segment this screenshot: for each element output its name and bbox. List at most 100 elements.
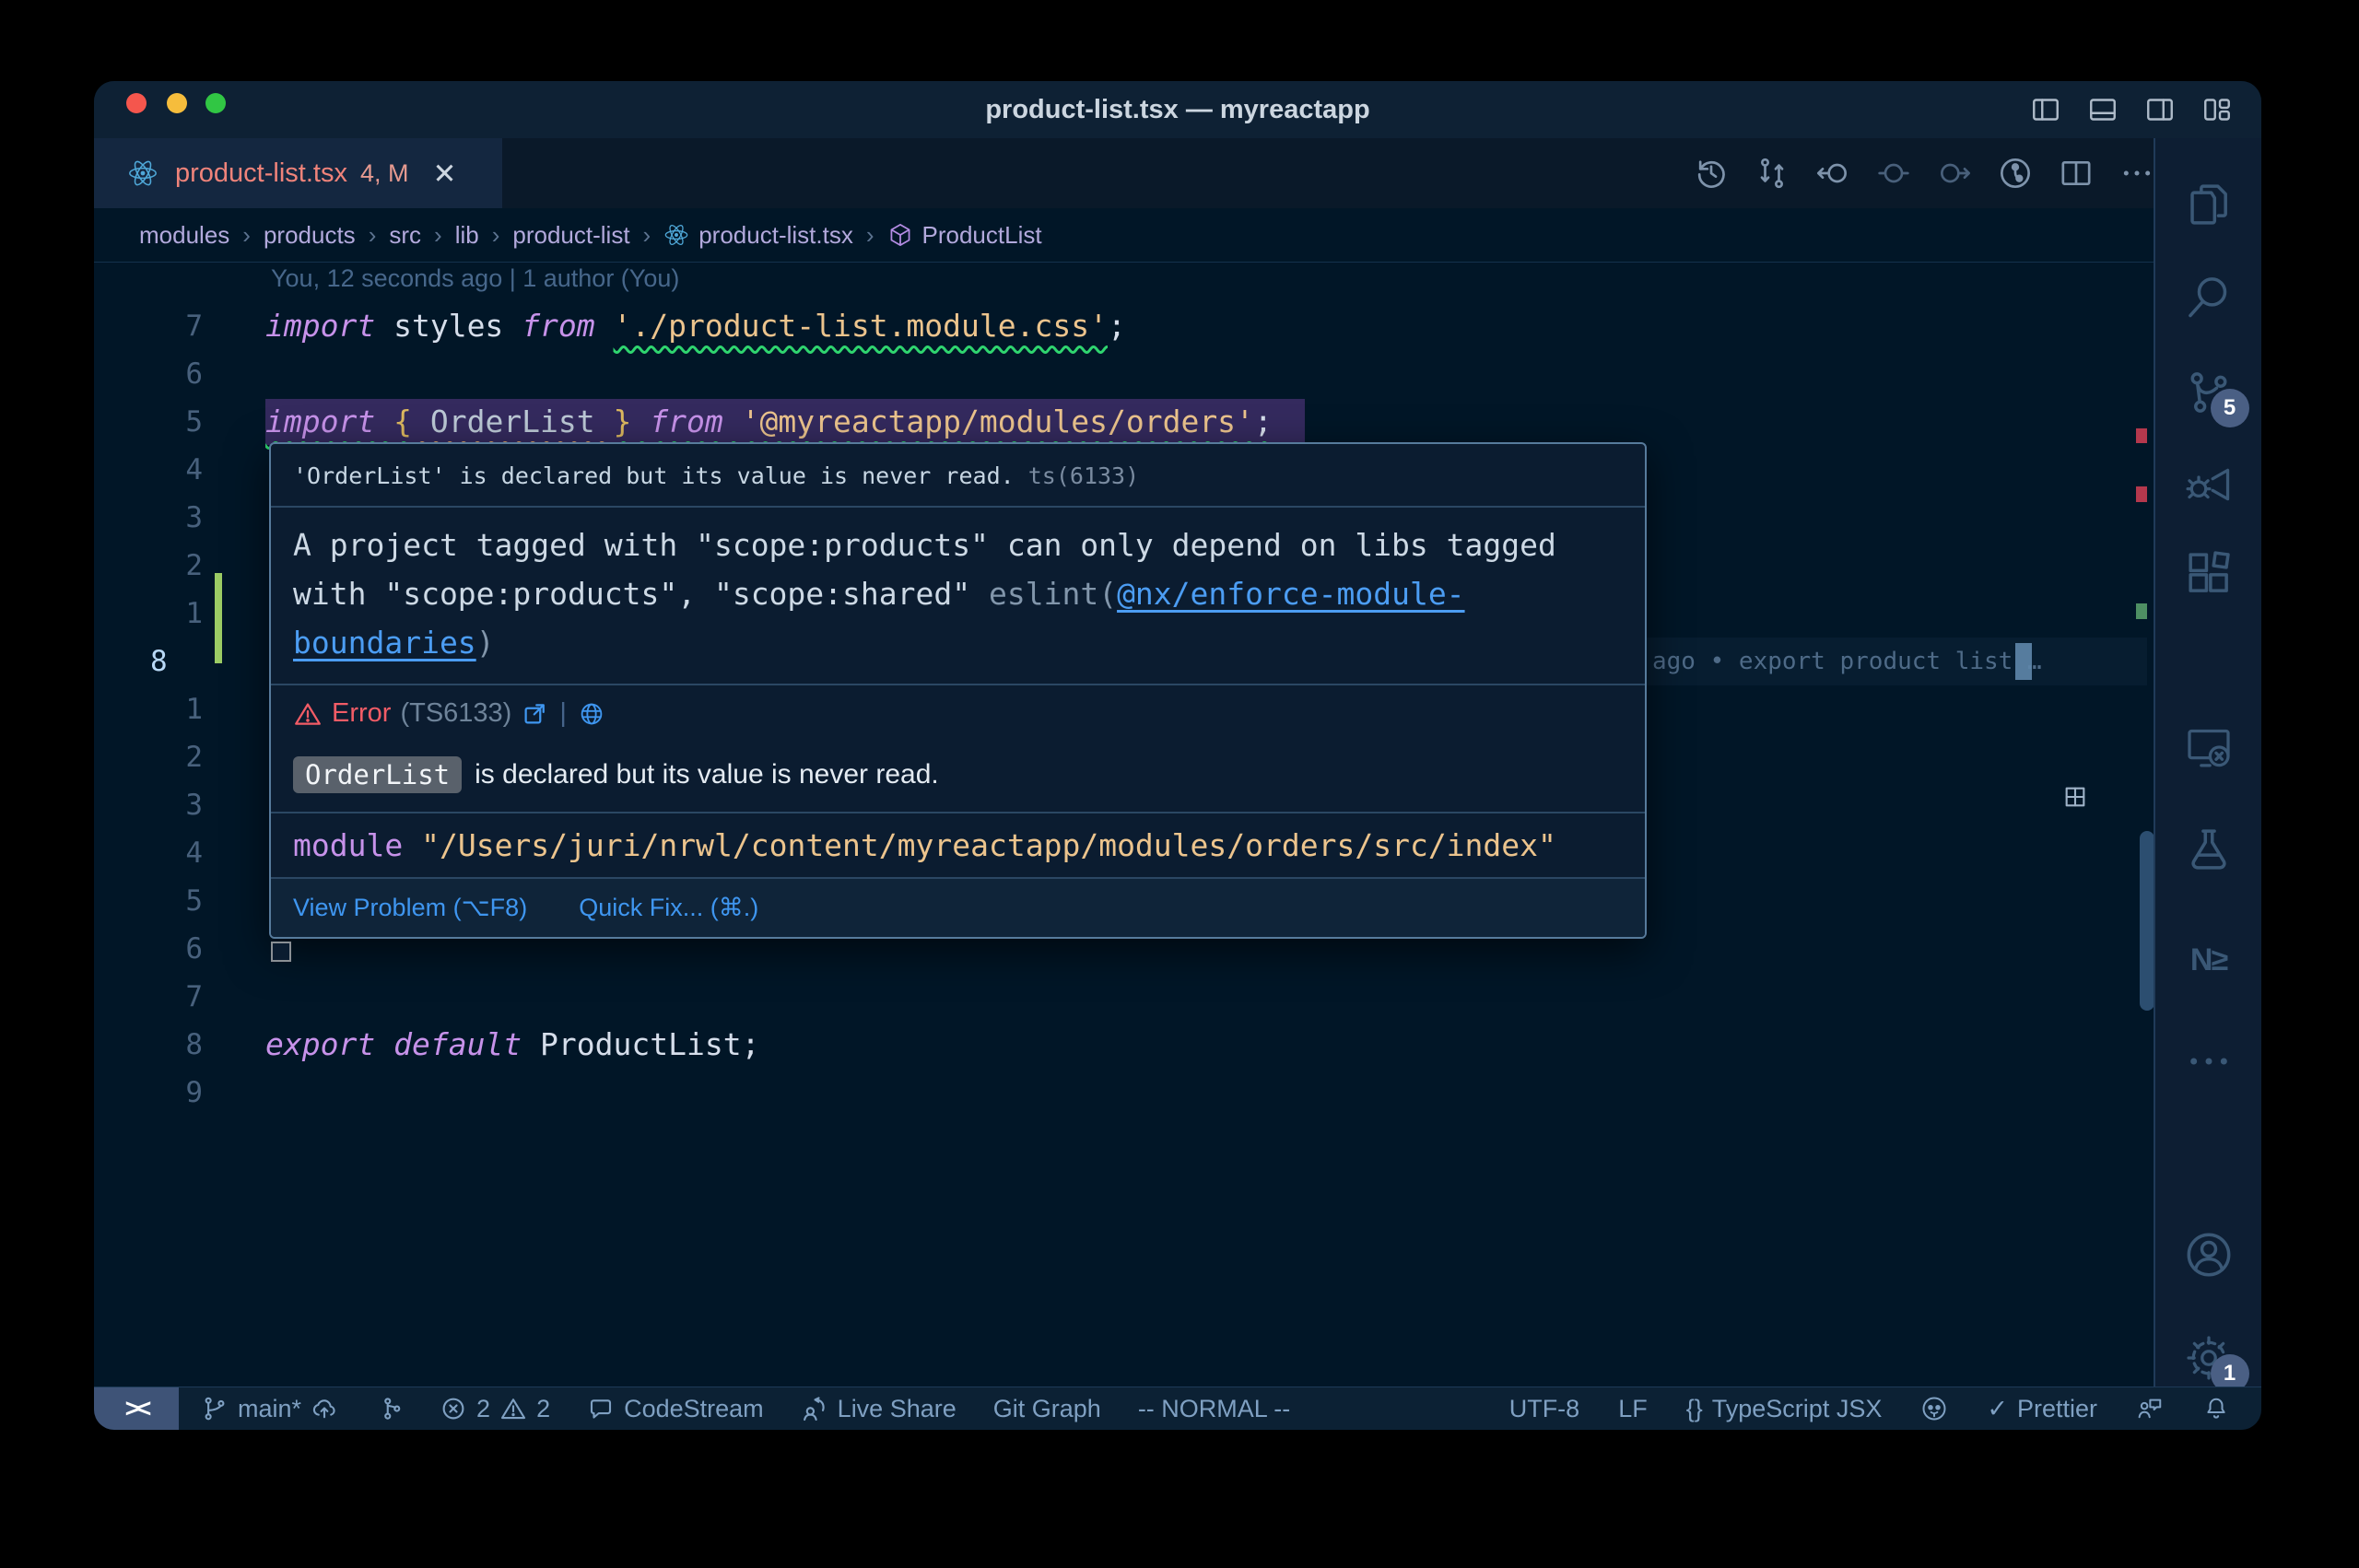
feedback-item[interactable] bbox=[2136, 1395, 2164, 1422]
commit-graph-icon[interactable] bbox=[1997, 155, 2034, 192]
react-icon bbox=[127, 158, 158, 189]
breadcrumb-separator: › bbox=[369, 221, 377, 250]
tab-close-icon[interactable]: ✕ bbox=[432, 159, 456, 188]
code-row[interactable]: 7import styles from './product-list.modu… bbox=[94, 302, 2147, 350]
commit-graph-icon bbox=[375, 1395, 403, 1422]
customize-layout-icon[interactable] bbox=[2201, 93, 2234, 126]
encoding-item[interactable]: UTF-8 bbox=[1509, 1395, 1580, 1423]
status-bar: >< main* 22 CodeStream Live Share Git Graph -… bbox=[94, 1387, 2261, 1430]
accounts-icon[interactable] bbox=[2183, 1229, 2235, 1281]
tab-product-list[interactable]: product-list.tsx 4, M ✕ bbox=[94, 138, 502, 208]
github-item[interactable] bbox=[1920, 1395, 1948, 1422]
extensions-icon[interactable] bbox=[2183, 547, 2235, 599]
vertical-scrollbar-thumb[interactable] bbox=[2140, 831, 2154, 1011]
code-line bbox=[265, 973, 2147, 1021]
prettier-item-glyph: ✓ bbox=[1987, 1395, 2008, 1423]
breadcrumb-item-product-list.tsx[interactable]: product-list.tsx bbox=[663, 221, 853, 250]
code-row[interactable]: 8export default ProductList; bbox=[94, 1021, 2147, 1069]
commit-graph-item[interactable] bbox=[375, 1395, 403, 1422]
hover-eslint-message: A project tagged with "scope:products" c… bbox=[271, 506, 1645, 684]
hover-actions: View Problem (⌥F8) Quick Fix... (⌘.) bbox=[271, 877, 1645, 937]
next-change-icon[interactable] bbox=[1936, 155, 1973, 192]
overview-change-mark bbox=[2136, 603, 2147, 619]
code-row[interactable]: 5import { OrderList } from '@myreactapp/… bbox=[94, 398, 2147, 446]
code-row[interactable]: 9 bbox=[94, 1069, 2147, 1117]
compare-changes-icon[interactable] bbox=[1754, 155, 1790, 192]
gitlens-inline-blame: ago • export product list … bbox=[1652, 638, 2042, 685]
breadcrumb-separator: › bbox=[492, 221, 500, 250]
prettier-item[interactable]: ✓Prettier bbox=[1987, 1395, 2097, 1423]
code-line: export default ProductList; bbox=[265, 1021, 2147, 1069]
toggle-panel-icon[interactable] bbox=[2086, 93, 2119, 126]
line-number: 2 bbox=[94, 733, 265, 781]
code-row[interactable]: 7 bbox=[94, 973, 2147, 1021]
tab-label: product-list.tsx bbox=[175, 158, 347, 189]
language-item[interactable]: {}TypeScript JSX bbox=[1686, 1395, 1883, 1423]
run-debug-icon[interactable] bbox=[2183, 459, 2235, 510]
more-actions-icon[interactable] bbox=[2118, 155, 2155, 192]
toggle-primary-sidebar-icon[interactable] bbox=[2029, 93, 2062, 126]
hover-resize-handle[interactable] bbox=[271, 942, 291, 962]
status-left-group: main* 22 CodeStream Live Share Git Graph -- N… bbox=[201, 1395, 1290, 1423]
code-line bbox=[265, 350, 2147, 398]
react-icon bbox=[663, 222, 689, 248]
view-problem-action[interactable]: View Problem (⌥F8) bbox=[293, 894, 527, 922]
nx-console-icon[interactable]: N≥ bbox=[2183, 934, 2235, 986]
grid-icon[interactable] bbox=[2062, 784, 2088, 810]
settings-gear-icon[interactable]: 1 bbox=[2183, 1332, 2235, 1384]
cloud-upload-icon bbox=[311, 1395, 338, 1422]
overview-error-mark bbox=[2136, 486, 2147, 502]
explorer-icon[interactable] bbox=[2183, 179, 2235, 230]
line-number: 3 bbox=[94, 494, 265, 542]
chip-message: is declared but its value is never read. bbox=[475, 759, 939, 790]
code-row[interactable]: You, 12 seconds ago | 1 author (You) bbox=[94, 254, 2147, 302]
breadcrumb-item-products[interactable]: products bbox=[264, 221, 356, 250]
remote-explorer-icon[interactable] bbox=[2183, 721, 2235, 773]
breadcrumb-separator: › bbox=[643, 221, 651, 250]
breadcrumb-item-productlist[interactable]: ProductList bbox=[887, 221, 1042, 250]
remote-indicator[interactable]: >< bbox=[94, 1387, 179, 1430]
source-control-icon[interactable]: 5 bbox=[2183, 367, 2235, 418]
line-number: 4 bbox=[94, 829, 265, 877]
more-views-icon[interactable] bbox=[2183, 1036, 2235, 1087]
hover-diagnostic-code: ts(6133) bbox=[1028, 462, 1139, 489]
open-external-icon[interactable] bbox=[521, 700, 548, 728]
quick-fix-action[interactable]: Quick Fix... (⌘.) bbox=[579, 894, 758, 922]
hover-error-detail: Error(TS6133) | OrderList is declared bu… bbox=[271, 684, 1645, 812]
breadcrumb-item-modules[interactable]: modules bbox=[139, 221, 229, 250]
breadcrumb-item-lib[interactable]: lib bbox=[455, 221, 479, 250]
current-change-icon[interactable] bbox=[1875, 155, 1912, 192]
testing-icon[interactable] bbox=[2183, 824, 2235, 875]
overview-error-mark bbox=[2136, 428, 2147, 443]
previous-change-icon[interactable] bbox=[1814, 155, 1851, 192]
breadcrumb-item-src[interactable]: src bbox=[389, 221, 421, 250]
problems-item[interactable]: 22 bbox=[440, 1395, 550, 1423]
symbol-box-icon bbox=[887, 222, 913, 248]
line-number: 1 bbox=[94, 590, 265, 638]
eol-item[interactable]: LF bbox=[1618, 1395, 1648, 1423]
line-number: 7 bbox=[94, 973, 265, 1021]
timeline-history-icon[interactable] bbox=[1693, 155, 1730, 192]
git-graph-item[interactable]: Git Graph bbox=[993, 1395, 1101, 1423]
warning-triangle-icon bbox=[499, 1395, 527, 1422]
breadcrumb-separator: › bbox=[866, 221, 874, 250]
vim-mode-item[interactable]: -- NORMAL -- bbox=[1138, 1395, 1290, 1423]
line-number: 4 bbox=[94, 446, 265, 494]
search-icon[interactable] bbox=[2183, 271, 2235, 322]
feedback-icon bbox=[2136, 1395, 2164, 1422]
line-number: 8 bbox=[94, 1021, 265, 1069]
line-number: 6 bbox=[94, 925, 265, 973]
codestream-item[interactable]: CodeStream bbox=[587, 1395, 764, 1423]
code-row[interactable]: 6 bbox=[94, 350, 2147, 398]
breadcrumb-item-product-list[interactable]: product-list bbox=[512, 221, 629, 250]
split-editor-icon[interactable] bbox=[2058, 155, 2095, 192]
live-share-icon bbox=[801, 1395, 828, 1422]
hover-module-path: module "/Users/juri/nrwl/content/myreact… bbox=[271, 812, 1645, 877]
live-share-item[interactable]: Live Share bbox=[801, 1395, 957, 1423]
titlebar: product-list.tsx — myreactapp bbox=[94, 81, 2261, 138]
toggle-secondary-sidebar-icon[interactable] bbox=[2143, 93, 2177, 126]
notifications-item[interactable] bbox=[2202, 1395, 2230, 1422]
globe-icon[interactable] bbox=[578, 700, 605, 728]
git-branch-item[interactable]: main* bbox=[201, 1395, 338, 1423]
error-severity-label: Error bbox=[332, 698, 391, 729]
